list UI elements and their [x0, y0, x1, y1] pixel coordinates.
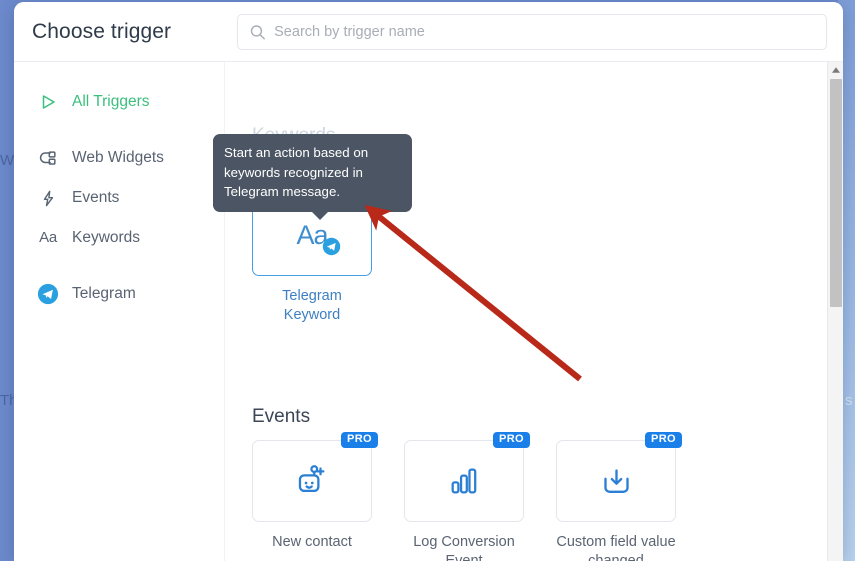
choose-trigger-modal: Choose trigger All Triggers: [14, 2, 843, 561]
background-text-fragment-right: s: [845, 392, 853, 409]
chevron-up-icon: [831, 66, 840, 73]
pro-badge: PRO: [492, 432, 530, 448]
lightning-bolt-icon: [37, 189, 59, 208]
sidebar-item-label: Web Widgets: [72, 149, 164, 166]
trigger-card-cell: PRO Log Conversion Event: [404, 432, 530, 561]
add-contact-icon: [298, 465, 325, 493]
search-icon: [249, 23, 266, 40]
content-scrollbar[interactable]: [827, 62, 843, 561]
tooltip-text: Start an action based on keywords recogn…: [224, 145, 369, 199]
events-card-grid: PRO New contact PRO Log Conversion Event…: [252, 432, 682, 561]
aa-telegram-icon: Aa: [296, 220, 340, 255]
sidebar-item-label: Events: [72, 189, 120, 206]
play-triangle-icon: [37, 93, 59, 111]
sidebar-item-label: All Triggers: [72, 93, 150, 110]
scrollbar-thumb[interactable]: [830, 79, 842, 307]
pro-badge: PRO: [644, 432, 682, 448]
sidebar-item-all-triggers[interactable]: All Triggers: [14, 82, 224, 122]
search-input[interactable]: [237, 13, 827, 50]
web-widget-icon: [37, 149, 59, 168]
events-section-title: Events: [252, 406, 311, 427]
trigger-card-custom-field-value-changed[interactable]: PRO: [556, 432, 682, 522]
download-tray-icon: [603, 468, 629, 493]
trigger-card-new-contact[interactable]: PRO: [252, 432, 378, 522]
sidebar-item-keywords[interactable]: Aa Keywords: [14, 218, 224, 258]
pro-badge: PRO: [340, 432, 378, 448]
trigger-card-log-conversion-event[interactable]: PRO: [404, 432, 530, 522]
trigger-card-label: Telegram Keyword: [282, 288, 342, 323]
sidebar-item-label: Keywords: [72, 229, 141, 246]
modal-header: Choose trigger: [14, 2, 843, 62]
trigger-card-label: Log Conversion Event: [413, 534, 515, 561]
sidebar-item-telegram[interactable]: Telegram: [14, 274, 224, 314]
sidebar-item-events[interactable]: Events: [14, 178, 224, 218]
bar-chart-icon: [451, 468, 477, 494]
telegram-badge-icon: [322, 237, 340, 255]
trigger-card-label: Custom field value changed: [556, 534, 676, 561]
telegram-icon: [37, 283, 59, 305]
search-container: [237, 13, 827, 50]
page-title: Choose trigger: [32, 19, 172, 43]
sidebar: All Triggers Web Widgets Events Aa Keywo…: [14, 62, 225, 561]
scroll-up-arrow-icon[interactable]: [828, 62, 843, 77]
background-text-fragment-left-top: W: [0, 152, 15, 169]
trigger-card-label: New contact: [272, 534, 352, 550]
trigger-card-cell: PRO New contact: [252, 432, 378, 561]
sidebar-item-web-widgets[interactable]: Web Widgets: [14, 138, 224, 178]
keyword-trigger-tooltip: Start an action based on keywords recogn…: [213, 134, 412, 219]
modal-body: All Triggers Web Widgets Events Aa Keywo…: [14, 62, 843, 561]
sidebar-item-label: Telegram: [72, 285, 136, 302]
trigger-card-cell: PRO Custom field value changed: [556, 432, 682, 561]
